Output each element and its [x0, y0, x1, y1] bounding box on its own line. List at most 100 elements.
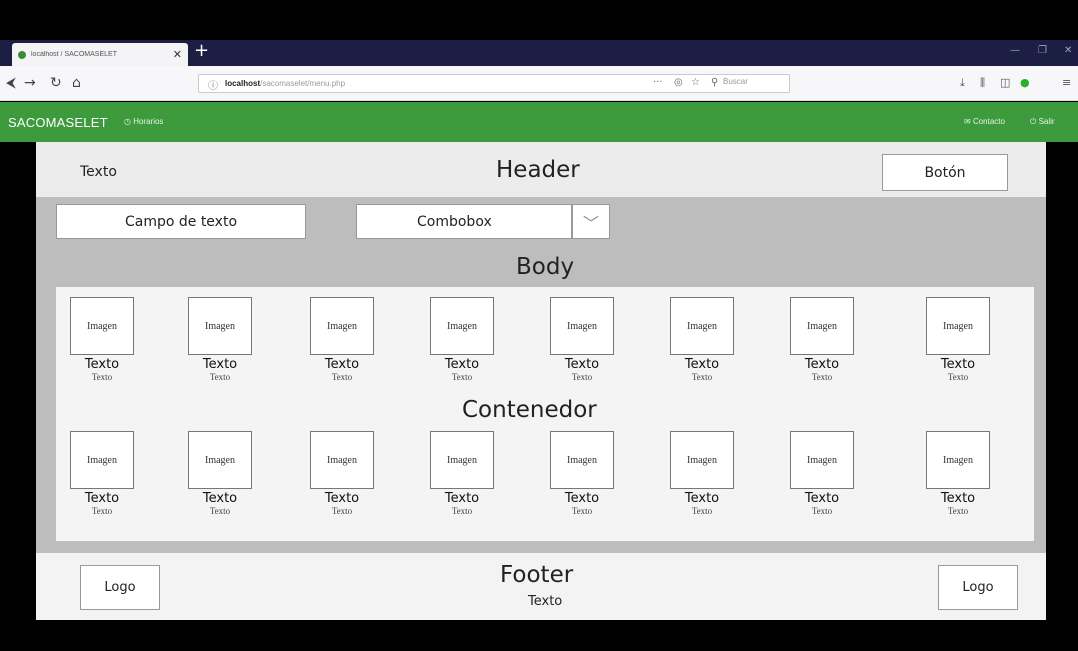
extension-icon[interactable]: ●	[1020, 76, 1030, 90]
body-title: Body	[516, 254, 575, 280]
page-actions-icon[interactable]: ···	[653, 77, 663, 88]
image-card[interactable]: Imagen Texto Texto	[300, 297, 384, 383]
card-subtitle: Texto	[451, 506, 473, 516]
reload-icon[interactable]: ↻	[50, 75, 62, 91]
image-placeholder: Imagen	[188, 297, 252, 355]
url-host: localhost	[225, 79, 261, 88]
tab-title: localhost / SACOMASELET	[31, 51, 117, 58]
wireframe: Texto Header Botón Campo de texto Combob…	[36, 142, 1046, 620]
card-subtitle: Texto	[331, 372, 353, 382]
image-card[interactable]: Imagen Texto Texto	[660, 431, 744, 517]
image-placeholder: Imagen	[926, 297, 990, 355]
nav-contacto-label: Contacto	[972, 117, 1005, 126]
card-subtitle: Texto	[91, 506, 113, 516]
image-card[interactable]: Imagen Texto Texto	[60, 297, 144, 383]
combobox-dropdown-button[interactable]: ﹀	[572, 204, 610, 239]
card-title: Texto	[324, 357, 360, 372]
card-subtitle: Texto	[571, 506, 593, 516]
card-subtitle: Texto	[811, 372, 833, 382]
header-left-text: Texto	[80, 164, 117, 180]
power-icon: ⏻	[1030, 117, 1039, 126]
image-placeholder: Imagen	[550, 431, 614, 489]
url-text: localhost/sacomaselet/menu.php	[225, 79, 345, 88]
body-area: Campo de texto Combobox ﹀ Body Contenedo…	[36, 197, 1046, 553]
image-card[interactable]: Imagen Texto Texto	[540, 297, 624, 383]
image-card[interactable]: Imagen Texto Texto	[178, 431, 262, 517]
card-subtitle: Texto	[571, 372, 593, 382]
app-navbar: SACOMASELET ◷ Horarios ✉ Contacto ⏻ Sali…	[0, 102, 1078, 142]
image-placeholder: Imagen	[670, 431, 734, 489]
card-subtitle: Texto	[947, 506, 969, 516]
download-icon[interactable]: ⤓	[960, 76, 965, 90]
nav-horarios[interactable]: ◷ Horarios	[124, 117, 163, 126]
image-placeholder: Imagen	[310, 431, 374, 489]
card-title: Texto	[324, 491, 360, 506]
card-title: Texto	[564, 491, 600, 506]
bookmark-star-icon[interactable]: ☆	[691, 77, 700, 88]
library-icon[interactable]: ⫼	[980, 76, 985, 90]
image-card[interactable]: Imagen Texto Texto	[916, 297, 1000, 383]
footer-logo-right: Logo	[938, 565, 1018, 610]
site-info-icon[interactable]: ⓘ	[208, 77, 218, 92]
restore-icon[interactable]: ❐	[1038, 45, 1047, 56]
brand-name[interactable]: SACOMASELET	[8, 115, 108, 130]
image-card[interactable]: Imagen Texto Texto	[420, 431, 504, 517]
back-icon[interactable]: ⮜	[6, 75, 16, 91]
image-placeholder: Imagen	[790, 431, 854, 489]
nav-horarios-label: Horarios	[133, 117, 164, 126]
image-placeholder: Imagen	[790, 297, 854, 355]
nav-salir[interactable]: ⏻ Salir	[1030, 117, 1055, 127]
image-card[interactable]: Imagen Texto Texto	[300, 431, 384, 517]
mail-icon: ✉	[964, 117, 973, 126]
tab-strip: localhost / SACOMASELET ✕ + — ❐ ✕	[0, 40, 1078, 66]
card-title: Texto	[684, 491, 720, 506]
card-subtitle: Texto	[209, 506, 231, 516]
clock-icon: ◷	[124, 117, 134, 126]
header-title: Header	[496, 157, 580, 183]
image-card[interactable]: Imagen Texto Texto	[660, 297, 744, 383]
nav-salir-label: Salir	[1038, 117, 1055, 126]
top-letterbox	[0, 0, 1078, 40]
image-placeholder: Imagen	[188, 431, 252, 489]
pocket-icon[interactable]: ◎	[674, 77, 683, 88]
image-card[interactable]: Imagen Texto Texto	[420, 297, 504, 383]
image-card[interactable]: Imagen Texto Texto	[916, 431, 1000, 517]
address-bar[interactable]: ⓘ localhost/sacomaselet/menu.php ··· ◎ ☆…	[198, 74, 790, 93]
new-tab-button[interactable]: +	[194, 41, 209, 61]
sidebar-icon[interactable]: ◫	[1000, 76, 1010, 90]
header-button[interactable]: Botón	[882, 154, 1008, 191]
card-subtitle: Texto	[209, 372, 231, 382]
image-card[interactable]: Imagen Texto Texto	[540, 431, 624, 517]
url-path: /sacomaselet/menu.php	[260, 79, 346, 88]
card-subtitle: Texto	[91, 372, 113, 382]
card-subtitle: Texto	[691, 506, 713, 516]
minimize-icon[interactable]: —	[1010, 45, 1020, 56]
combobox[interactable]: Combobox	[356, 204, 572, 239]
close-tab-icon[interactable]: ✕	[173, 49, 182, 60]
browser-tab[interactable]: localhost / SACOMASELET ✕	[12, 43, 188, 66]
image-card[interactable]: Imagen Texto Texto	[60, 431, 144, 517]
image-card[interactable]: Imagen Texto Texto	[780, 297, 864, 383]
home-icon[interactable]: ⌂	[72, 75, 81, 91]
card-title: Texto	[202, 357, 238, 372]
footer-text: Texto	[528, 594, 563, 609]
card-subtitle: Texto	[691, 372, 713, 382]
nav-contacto[interactable]: ✉ Contacto	[964, 117, 1005, 126]
footer-title: Footer	[500, 562, 574, 588]
card-subtitle: Texto	[331, 506, 353, 516]
image-placeholder: Imagen	[550, 297, 614, 355]
container-title: Contenedor	[462, 397, 597, 423]
menu-icon[interactable]: ≡	[1062, 76, 1071, 90]
close-window-icon[interactable]: ✕	[1064, 45, 1072, 56]
container: Contenedor Imagen Texto Texto Imagen Texto Te…	[56, 287, 1034, 541]
card-title: Texto	[444, 491, 480, 506]
search-icon: ⚲	[711, 77, 719, 88]
footer-logo-left: Logo	[80, 565, 160, 610]
search-placeholder[interactable]: Buscar	[723, 77, 793, 90]
image-card[interactable]: Imagen Texto Texto	[780, 431, 864, 517]
forward-icon[interactable]: →	[24, 75, 36, 91]
card-title: Texto	[564, 357, 600, 372]
image-placeholder: Imagen	[70, 431, 134, 489]
text-field[interactable]: Campo de texto	[56, 204, 306, 239]
image-card[interactable]: Imagen Texto Texto	[178, 297, 262, 383]
